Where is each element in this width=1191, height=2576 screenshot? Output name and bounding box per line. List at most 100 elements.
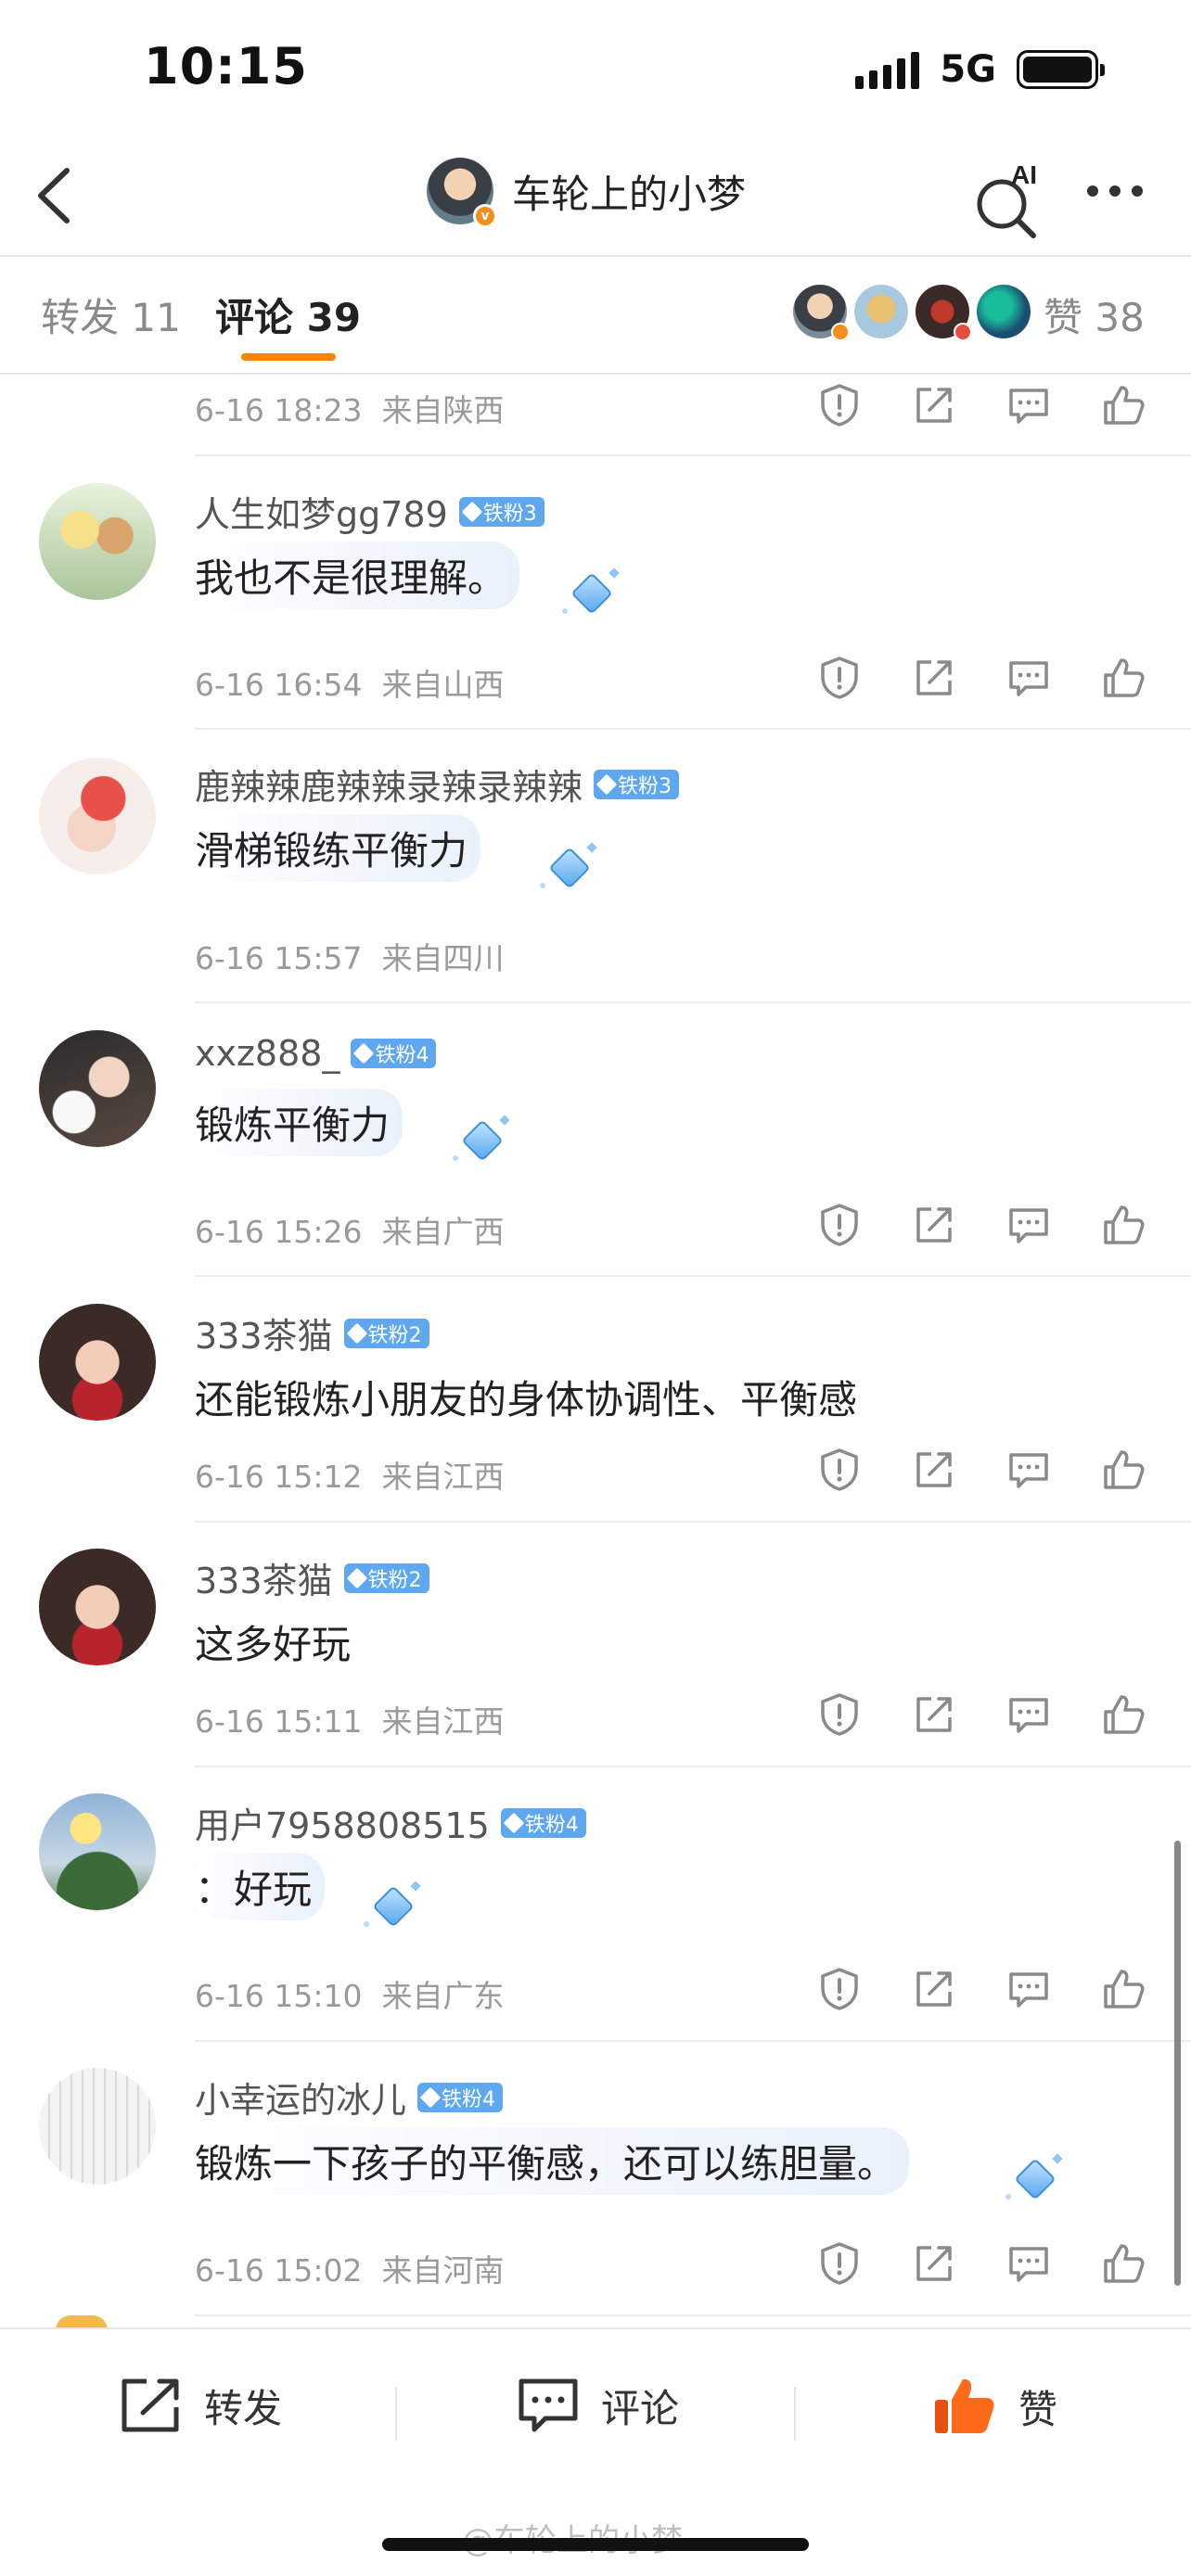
comment-time: 6-16 15:12: [195, 1459, 363, 1495]
active-tab-indicator: [241, 353, 336, 361]
tab-divider: [0, 373, 1191, 375]
share-icon[interactable]: [911, 1202, 957, 1248]
repost-icon: [122, 2378, 179, 2432]
share-icon[interactable]: [911, 655, 957, 701]
comment-header: 鹿辣辣鹿辣辣录辣录辣辣 铁粉3: [195, 759, 680, 810]
ai-search-icon[interactable]: AI: [974, 156, 1048, 239]
row-divider: [195, 1766, 1191, 1767]
profile-header[interactable]: v 车轮上的小梦: [427, 158, 746, 228]
comment-button[interactable]: 评论: [516, 2376, 679, 2435]
avatar[interactable]: [39, 483, 156, 600]
comment-username[interactable]: 人生如梦gg789: [195, 486, 448, 537]
comment-meta: 6-16 15:57 来自四川: [195, 934, 504, 978]
report-icon[interactable]: [816, 1202, 863, 1248]
comment-username[interactable]: xxz888_: [195, 1033, 339, 1074]
tab-repost[interactable]: 转发 11: [41, 287, 181, 343]
reply-icon[interactable]: [1005, 1202, 1052, 1248]
like-icon[interactable]: [1100, 1447, 1146, 1493]
row-divider: [195, 454, 1191, 456]
comment-location: 来自江西: [381, 1703, 505, 1740]
avatar: [977, 285, 1031, 338]
more-options-icon[interactable]: [1087, 185, 1143, 197]
fan-badge: 铁粉2: [343, 1562, 429, 1593]
share-icon[interactable]: [911, 2240, 957, 2287]
report-icon[interactable]: [816, 1447, 863, 1493]
comment-meta: 6-16 15:02 来自河南: [195, 2246, 504, 2290]
comment-location: 来自四川: [381, 940, 505, 976]
comment-username[interactable]: 鹿辣辣鹿辣辣录辣录辣辣: [195, 759, 583, 810]
share-icon[interactable]: [911, 1691, 957, 1738]
reply-icon[interactable]: [1005, 1966, 1052, 2012]
fan-badge: 铁粉3: [458, 496, 544, 527]
scrollbar[interactable]: [1174, 1841, 1181, 2286]
share-icon[interactable]: [911, 382, 957, 428]
status-indicators: 5G: [855, 48, 1105, 91]
comment-meta: 6-16 15:12 来自江西: [195, 1452, 504, 1497]
home-indicator[interactable]: [382, 2538, 809, 2551]
comment-username[interactable]: 333茶猫: [195, 1552, 333, 1603]
comment-meta: 6-16 16:54 来自山西: [195, 660, 504, 705]
comment-time: 6-16 16:54: [195, 667, 363, 703]
avatar[interactable]: v: [427, 158, 497, 228]
repost-button[interactable]: 转发: [119, 2376, 282, 2435]
share-icon[interactable]: [911, 1966, 957, 2012]
report-icon[interactable]: [816, 655, 863, 701]
avatar[interactable]: [39, 758, 156, 874]
reply-icon[interactable]: [1005, 1447, 1052, 1493]
like-icon[interactable]: [1100, 1202, 1146, 1248]
status-bar: 10:15 5G: [0, 0, 1191, 139]
comment-header: 333茶猫 铁粉2: [195, 1307, 429, 1358]
like-icon[interactable]: [1100, 2240, 1146, 2287]
back-arrow-icon[interactable]: [28, 163, 83, 228]
nav-bar: v 车轮上的小梦 AI: [0, 139, 1191, 255]
comment-text: 滑梯锻练平衡力: [195, 814, 481, 882]
liker-avatars[interactable]: [793, 285, 1031, 341]
tab-comments[interactable]: 评论 39: [215, 287, 361, 343]
avatar[interactable]: [39, 1304, 156, 1421]
comment-username[interactable]: 用户7958808515: [195, 1797, 490, 1848]
comment-text: 锻炼平衡力: [195, 1089, 403, 1156]
comment-actions: [816, 2240, 1146, 2287]
report-icon[interactable]: [816, 2240, 863, 2287]
report-icon[interactable]: [816, 1966, 863, 2012]
comment-header: xxz888_ 铁粉4: [195, 1033, 437, 1074]
avatar[interactable]: [39, 2068, 156, 2185]
avatar[interactable]: [39, 1793, 156, 1910]
report-icon[interactable]: [816, 382, 863, 428]
reply-icon[interactable]: [1005, 1691, 1052, 1738]
like-icon[interactable]: [1100, 655, 1146, 701]
tab-likes[interactable]: 赞 38: [1044, 287, 1145, 343]
comment-meta: 6-16 15:26 来自广西: [195, 1207, 504, 1252]
comment-time: 6-16 18:23: [195, 392, 363, 428]
like-label: 赞: [1018, 2386, 1058, 2432]
comment-meta: 6-16 15:11 来自江西: [195, 1697, 504, 1741]
share-icon[interactable]: [911, 1447, 957, 1493]
comment-actions: [816, 1447, 1146, 1493]
like-icon[interactable]: [1100, 1966, 1146, 2012]
diamond-sticker-icon: [364, 1881, 421, 1932]
report-icon[interactable]: [816, 1691, 863, 1738]
row-divider: [195, 1275, 1191, 1277]
like-icon[interactable]: [1100, 1691, 1146, 1738]
comment-username[interactable]: 333茶猫: [195, 1307, 333, 1358]
comment-time: 6-16 15:11: [195, 1703, 363, 1740]
comment-location: 来自河南: [381, 2252, 505, 2289]
repost-label: 转发: [204, 2385, 283, 2431]
diamond-sticker-icon: [453, 1115, 510, 1167]
reply-icon[interactable]: [1005, 655, 1052, 701]
comment-actions: [816, 1966, 1146, 2012]
comment-header: 小幸运的冰儿 铁粉4: [195, 2072, 504, 2123]
like-button[interactable]: 赞: [933, 2376, 1057, 2437]
comment-username[interactable]: 小幸运的冰儿: [195, 2072, 406, 2123]
reply-icon[interactable]: [1005, 2240, 1052, 2287]
avatar: [793, 285, 850, 341]
avatar[interactable]: [39, 1549, 156, 1665]
like-icon: [935, 2378, 994, 2433]
comment-location: 来自江西: [381, 1459, 505, 1495]
comment-text: 这多好玩: [195, 1622, 352, 1667]
like-icon[interactable]: [1100, 382, 1146, 428]
tab-bar: 转发 11 评论 39 赞 38: [0, 257, 1191, 373]
comment-icon: [519, 2378, 578, 2432]
avatar[interactable]: [39, 1030, 156, 1147]
reply-icon[interactable]: [1005, 382, 1052, 428]
